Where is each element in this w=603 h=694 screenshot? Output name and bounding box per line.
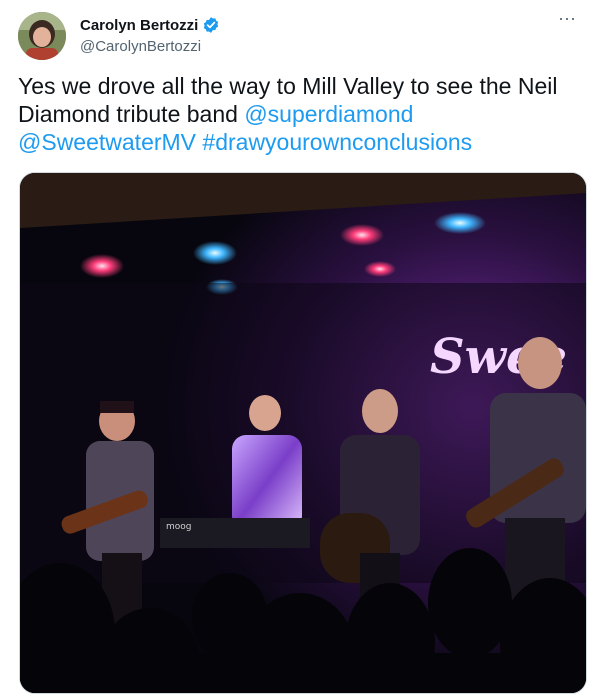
keyboard-brand: moog xyxy=(166,522,192,532)
mention-superdiamond[interactable]: @superdiamond xyxy=(244,101,413,127)
verified-badge-icon xyxy=(204,17,219,33)
more-options-icon[interactable]: ··· xyxy=(552,9,582,32)
author-handle[interactable]: @CarolynBertozzi xyxy=(80,38,201,55)
tweet-header: Carolyn Bertozzi @CarolynBertozzi ··· xyxy=(18,9,588,62)
author-display-name[interactable]: Carolyn Bertozzi xyxy=(80,17,198,34)
mention-sweetwatermv[interactable]: @SweetwaterMV xyxy=(18,129,196,155)
tweet-text: Yes we drove all the way to Mill Valley … xyxy=(18,72,588,156)
tweet-photo[interactable]: Swee moog xyxy=(19,172,587,694)
avatar[interactable] xyxy=(18,12,66,60)
hashtag-drawyourownconclusions[interactable]: #drawyourownconclusions xyxy=(202,129,472,155)
